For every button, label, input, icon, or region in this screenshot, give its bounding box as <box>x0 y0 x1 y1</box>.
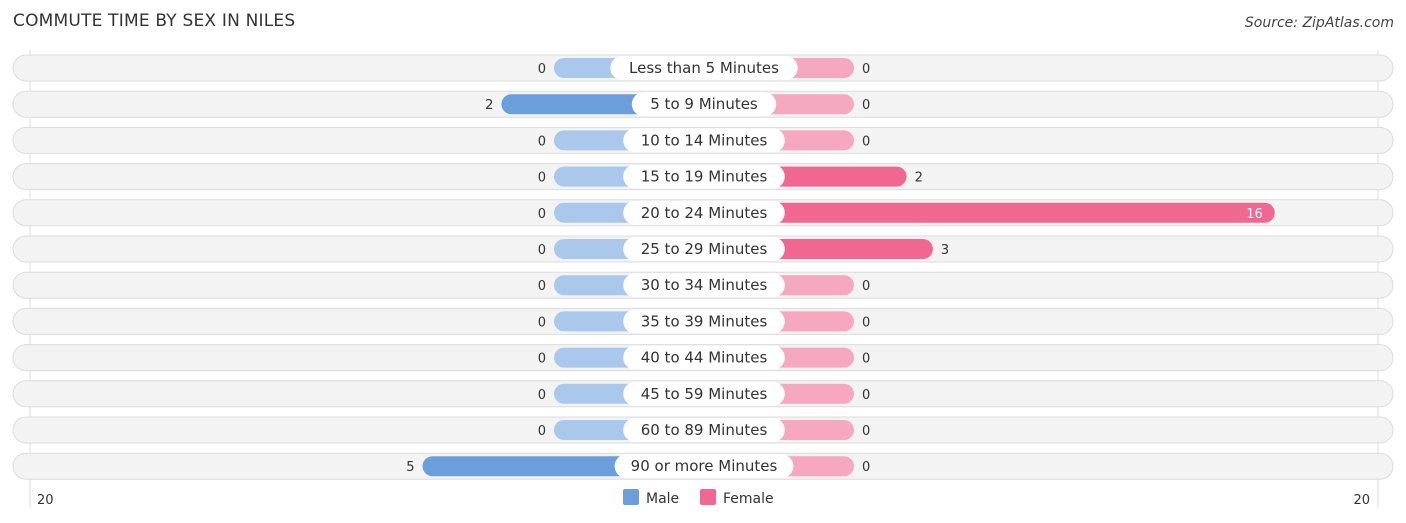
legend-male-label: Male <box>646 491 679 507</box>
male-value-label: 0 <box>538 424 546 439</box>
female-value-label: 0 <box>862 424 870 439</box>
female-value-label: 0 <box>862 352 870 367</box>
category-label: 90 or more Minutes <box>631 457 778 475</box>
legend-female-label: Female <box>723 491 774 507</box>
female-value-label: 3 <box>941 243 949 258</box>
category-label: 35 to 39 Minutes <box>641 312 768 330</box>
chart-container: COMMUTE TIME BY SEX IN NILES Source: Zip… <box>0 0 1406 523</box>
female-value-label: 0 <box>862 388 870 403</box>
female-value-label: 0 <box>862 62 870 77</box>
male-value-label: 2 <box>485 98 493 113</box>
legend-male-swatch <box>623 489 639 505</box>
female-value-label: 0 <box>862 134 870 149</box>
category-label: 15 to 19 Minutes <box>641 168 768 186</box>
category-label: Less than 5 Minutes <box>629 59 779 77</box>
category-label: 5 to 9 Minutes <box>650 95 758 113</box>
male-value-label: 0 <box>538 134 546 149</box>
category-label: 10 to 14 Minutes <box>641 131 768 149</box>
male-value-label: 0 <box>538 171 546 186</box>
male-value-label: 0 <box>538 243 546 258</box>
female-value-label: 0 <box>862 98 870 113</box>
female-value-label: 0 <box>862 460 870 475</box>
axis-max-label: 20 <box>1353 493 1370 508</box>
category-label: 20 to 24 Minutes <box>641 204 768 222</box>
male-value-label: 5 <box>406 460 414 475</box>
female-bar <box>704 202 1275 223</box>
chart-svg: Less than 5 Minutes0 05 to 9 Minutes2 010 … <box>12 50 1394 508</box>
category-label: 45 to 59 Minutes <box>641 385 768 403</box>
male-value-label: 0 <box>538 388 546 403</box>
female-value-label: 0 <box>862 279 870 294</box>
male-value-label: 0 <box>538 62 546 77</box>
female-value-label: 0 <box>862 315 870 330</box>
axis-min-label: 20 <box>37 493 54 508</box>
category-label: 25 to 29 Minutes <box>641 240 768 258</box>
female-value-label: 2 <box>915 171 923 186</box>
female-value-label: 16 <box>1246 207 1263 222</box>
legend-female-swatch <box>700 489 716 505</box>
category-label: 40 to 44 Minutes <box>641 349 768 367</box>
male-value-label: 0 <box>538 279 546 294</box>
male-value-label: 0 <box>538 207 546 222</box>
male-value-label: 0 <box>538 352 546 367</box>
category-label: 60 to 89 Minutes <box>641 421 768 439</box>
male-value-label: 0 <box>538 315 546 330</box>
category-label: 30 to 34 Minutes <box>641 276 768 294</box>
